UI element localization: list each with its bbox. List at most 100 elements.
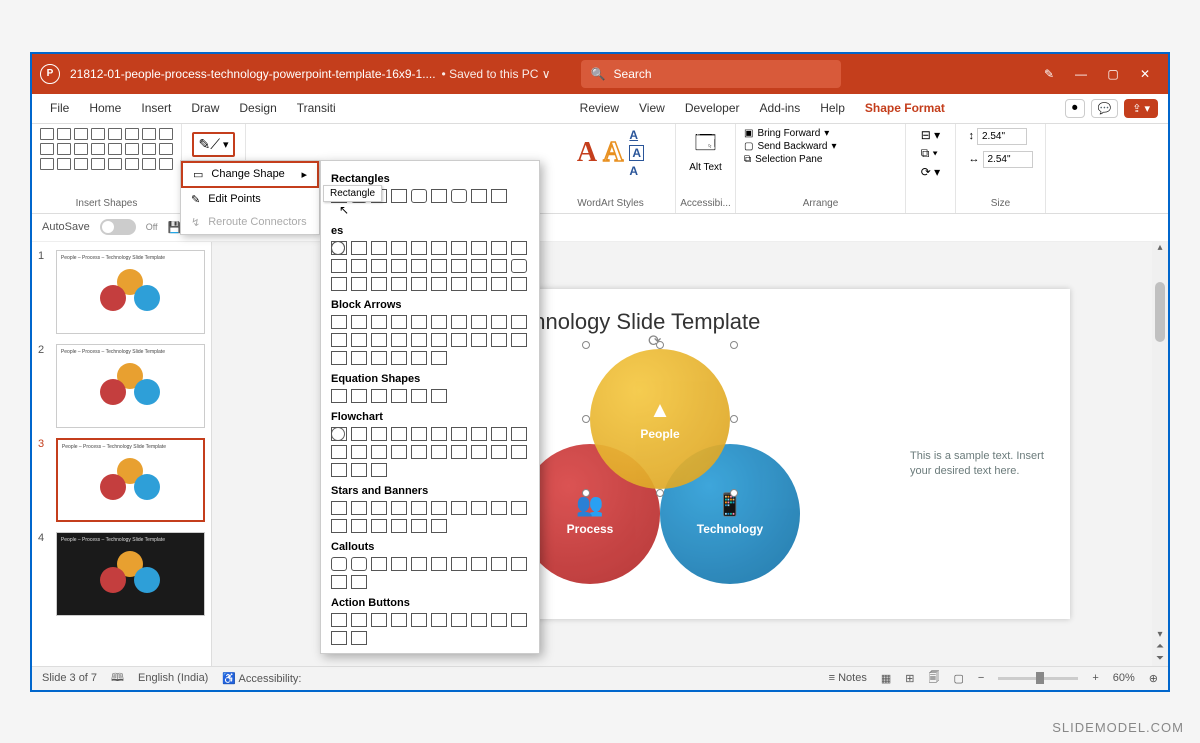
shapes-stars[interactable] bbox=[331, 501, 529, 533]
thumb-1[interactable]: 1People – Process – Technology Slide Tem… bbox=[38, 250, 205, 334]
menu-change-shape[interactable]: ▭ Change Shape ▸ bbox=[181, 161, 319, 188]
selection-pane-button[interactable]: ⧉Selection Pane bbox=[744, 154, 837, 165]
shapes-equation[interactable] bbox=[331, 389, 529, 403]
zoom-level[interactable]: 60% bbox=[1113, 672, 1135, 684]
notes-button[interactable]: ≡ Notes bbox=[829, 672, 867, 684]
thumb-2[interactable]: 2People – Process – Technology Slide Tem… bbox=[38, 344, 205, 428]
bring-forward-button[interactable]: ▣Bring Forward ▾ bbox=[744, 128, 837, 139]
next-slide-icon[interactable]: ⏷ bbox=[1152, 653, 1168, 664]
view-reading-icon[interactable]: 🗐 bbox=[928, 669, 939, 688]
tab-draw[interactable]: Draw bbox=[183, 97, 227, 119]
maximize-button[interactable]: ▢ bbox=[1106, 67, 1120, 81]
change-shape-icon: ▭ bbox=[193, 168, 203, 181]
cat-block-arrows: Block Arrows bbox=[331, 299, 529, 311]
tab-design[interactable]: Design bbox=[231, 97, 284, 119]
thumb-4[interactable]: 4People – Process – Technology Slide Tem… bbox=[38, 532, 205, 616]
title-bar: P 21812-01-people-process-technology-pow… bbox=[32, 54, 1168, 94]
shape-gallery[interactable] bbox=[40, 128, 173, 170]
powerpoint-icon: P bbox=[40, 64, 60, 84]
group-align: ⊟ ▾ ⧉ ▾ ⟳ ▾ bbox=[906, 124, 956, 213]
status-bar: Slide 3 of 7 🕮 English (India) ♿ Accessi… bbox=[32, 666, 1168, 690]
scroll-up-icon[interactable]: ▴ bbox=[1152, 242, 1168, 253]
document-title: 21812-01-people-process-technology-power… bbox=[70, 67, 436, 81]
chevron-down-icon: ▾ bbox=[223, 138, 229, 151]
record-button[interactable]: ⏺ bbox=[1065, 99, 1085, 118]
ribbon-options-icon[interactable]: ✎ bbox=[1042, 67, 1056, 81]
tab-view[interactable]: View bbox=[631, 97, 673, 119]
prev-slide-icon[interactable]: ⏶ bbox=[1152, 641, 1168, 652]
slide-thumbnails-panel[interactable]: 1People – Process – Technology Slide Tem… bbox=[32, 242, 212, 666]
submenu-arrow-icon: ▸ bbox=[301, 168, 307, 181]
autosave-label: AutoSave bbox=[42, 221, 90, 233]
group-accessibility: 🗔 Alt Text Accessibi... bbox=[676, 124, 736, 213]
view-slideshow-icon[interactable]: ▢ bbox=[953, 672, 963, 685]
reroute-icon: ↯ bbox=[191, 216, 200, 229]
tab-review[interactable]: Review bbox=[572, 97, 627, 119]
zoom-in-button[interactable]: + bbox=[1092, 672, 1098, 684]
language-status[interactable]: English (India) bbox=[138, 672, 208, 684]
text-effects-button[interactable]: A bbox=[629, 164, 644, 178]
text-outline-button[interactable]: A bbox=[629, 145, 644, 161]
save-status[interactable]: • Saved to this PC ∨ bbox=[442, 67, 551, 81]
alt-text-icon[interactable]: 🗔 bbox=[695, 128, 717, 162]
cursor-icon: ↖ bbox=[339, 203, 529, 217]
search-box[interactable]: 🔍 Search bbox=[581, 60, 841, 88]
search-placeholder: Search bbox=[614, 67, 652, 81]
edit-shape-button[interactable]: ✎⟋ ▾ bbox=[192, 132, 234, 157]
search-icon: 🔍 bbox=[591, 67, 606, 81]
accessibility-status[interactable]: ♿ Accessibility: bbox=[222, 672, 301, 685]
group-button[interactable]: ⧉ ▾ bbox=[921, 146, 940, 161]
scroll-thumb[interactable] bbox=[1155, 282, 1165, 342]
slide-title[interactable]: echnology Slide Template bbox=[510, 309, 1050, 335]
menu-edit-points[interactable]: ✎ Edit Points bbox=[181, 188, 319, 211]
wordart-style-1[interactable]: A bbox=[577, 137, 597, 169]
group-label-accessibility: Accessibi... bbox=[680, 198, 731, 209]
slide-counter[interactable]: Slide 3 of 7 bbox=[42, 672, 97, 684]
tab-developer[interactable]: Developer bbox=[677, 97, 748, 119]
tab-home[interactable]: Home bbox=[81, 97, 129, 119]
menu-reroute-connectors: ↯ Reroute Connectors bbox=[181, 211, 319, 234]
send-backward-icon: ▢ bbox=[744, 141, 753, 152]
shapes-arrows[interactable] bbox=[331, 315, 529, 365]
group-insert-shapes: Insert Shapes bbox=[32, 124, 182, 213]
content-area: 1People – Process – Technology Slide Tem… bbox=[32, 242, 1168, 666]
wordart-style-2[interactable]: A bbox=[603, 137, 623, 169]
shapes-flowchart[interactable] bbox=[331, 427, 529, 477]
minimize-button[interactable]: ― bbox=[1074, 67, 1088, 81]
shape-height-input[interactable] bbox=[977, 128, 1027, 145]
send-backward-button[interactable]: ▢Send Backward ▾ bbox=[744, 141, 837, 152]
tab-transitions[interactable]: Transiti bbox=[289, 97, 344, 119]
comments-button[interactable]: 💬 bbox=[1091, 99, 1119, 118]
rotate-button[interactable]: ⟳ ▾ bbox=[921, 165, 940, 179]
spellcheck-icon[interactable]: 🕮 bbox=[111, 669, 124, 688]
cat-callouts: Callouts bbox=[331, 541, 529, 553]
tab-help[interactable]: Help bbox=[812, 97, 853, 119]
tab-addins[interactable]: Add-ins bbox=[752, 97, 809, 119]
view-normal-icon[interactable]: ▦ bbox=[881, 672, 891, 685]
fit-window-icon[interactable]: ⊕ bbox=[1149, 672, 1158, 685]
tab-insert[interactable]: Insert bbox=[133, 97, 179, 119]
shapes-action[interactable] bbox=[331, 613, 529, 645]
cat-stars: Stars and Banners bbox=[331, 485, 529, 497]
share-button[interactable]: ⇪ ▾ bbox=[1124, 99, 1158, 118]
close-button[interactable]: ✕ bbox=[1138, 67, 1152, 81]
group-wordart: A A A A A WordArt Styles bbox=[546, 124, 676, 213]
zoom-out-button[interactable]: − bbox=[978, 672, 984, 684]
shapes-basic[interactable] bbox=[331, 241, 529, 291]
zoom-slider[interactable] bbox=[998, 677, 1078, 680]
cat-rectangles: Rectangles bbox=[331, 173, 529, 185]
selection-handles[interactable] bbox=[586, 345, 734, 493]
autosave-toggle[interactable] bbox=[100, 219, 136, 235]
shapes-callouts[interactable] bbox=[331, 557, 529, 589]
shape-width-input[interactable] bbox=[983, 151, 1033, 168]
autosave-state: Off bbox=[146, 222, 158, 232]
sample-text[interactable]: This is a sample text. Insert your desir… bbox=[910, 449, 1050, 480]
thumb-3[interactable]: 3People – Process – Technology Slide Tem… bbox=[38, 438, 205, 522]
scroll-down-icon[interactable]: ▾ bbox=[1152, 629, 1168, 640]
tab-file[interactable]: File bbox=[42, 97, 77, 119]
tab-shape-format[interactable]: Shape Format bbox=[857, 97, 953, 119]
align-button[interactable]: ⊟ ▾ bbox=[921, 128, 940, 142]
text-fill-button[interactable]: A bbox=[629, 128, 644, 142]
view-sorter-icon[interactable]: ⊞ bbox=[905, 672, 914, 685]
vertical-scrollbar[interactable]: ▴ ▾ ⏶ ⏷ bbox=[1152, 242, 1168, 666]
